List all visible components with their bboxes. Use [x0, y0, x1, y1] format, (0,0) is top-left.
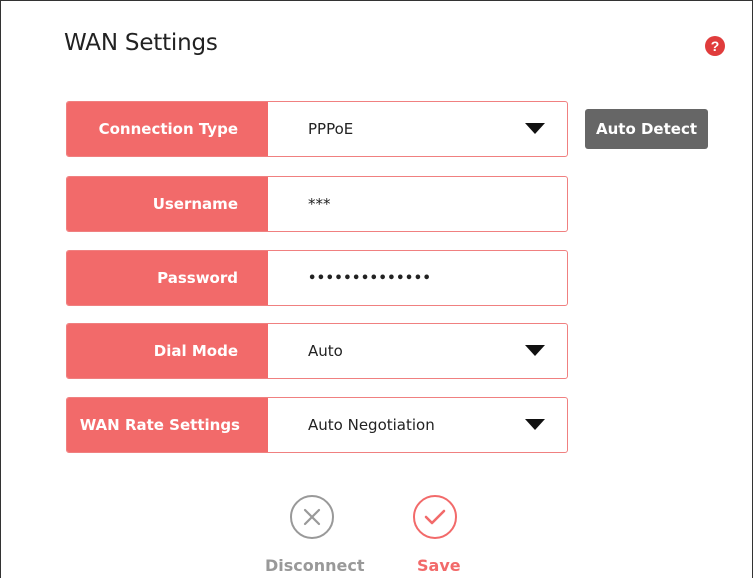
x-circle-icon: [303, 508, 321, 526]
wan-rate-settings-value: Auto Negotiation: [308, 416, 435, 434]
auto-detect-button[interactable]: Auto Detect: [585, 109, 708, 149]
check-circle-icon: [424, 509, 446, 525]
triangle-down-icon[interactable]: [525, 123, 545, 134]
password-label: Password: [67, 251, 268, 305]
username-label: Username: [67, 177, 268, 231]
triangle-down-icon[interactable]: [525, 419, 545, 430]
dial-mode-select[interactable]: Dial Mode Auto: [66, 323, 568, 379]
disconnect-button[interactable]: [290, 495, 334, 539]
wan-rate-settings-label: WAN Rate Settings: [67, 398, 268, 452]
connection-type-value: PPPoE: [308, 120, 354, 138]
dial-mode-value: Auto: [308, 342, 343, 360]
page-title: WAN Settings: [64, 30, 218, 56]
save-label[interactable]: Save: [417, 556, 461, 575]
save-button[interactable]: [413, 495, 457, 539]
dial-mode-label: Dial Mode: [67, 324, 268, 378]
wan-rate-settings-select[interactable]: WAN Rate Settings Auto Negotiation: [66, 397, 568, 453]
triangle-down-icon[interactable]: [525, 345, 545, 356]
connection-type-label: Connection Type: [67, 102, 268, 156]
help-icon[interactable]: ?: [705, 36, 725, 56]
connection-type-select[interactable]: Connection Type PPPoE: [66, 101, 568, 157]
password-field[interactable]: Password ••••••••••••••: [66, 250, 568, 306]
username-value: ***: [308, 195, 331, 213]
password-value: ••••••••••••••: [308, 270, 432, 286]
username-field[interactable]: Username ***: [66, 176, 568, 232]
disconnect-label[interactable]: Disconnect: [265, 556, 365, 575]
